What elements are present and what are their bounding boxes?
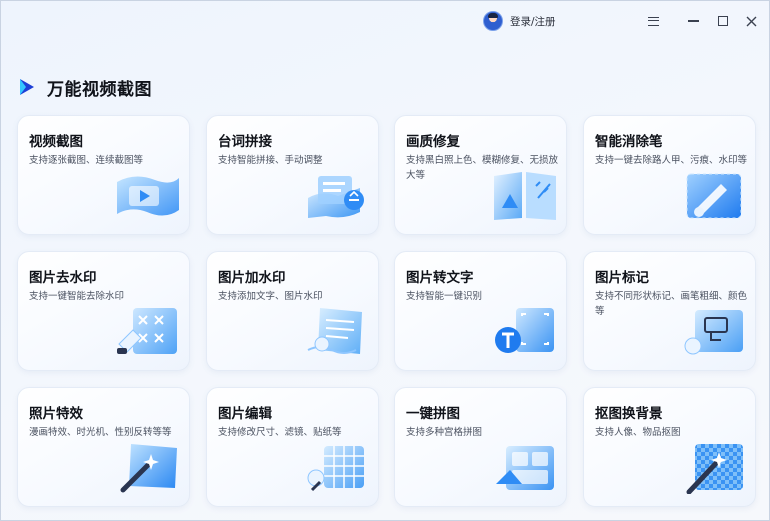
feature-card-title: 图片编辑 bbox=[218, 406, 272, 422]
ocr-text-icon bbox=[495, 308, 554, 353]
feature-card-title: 画质修复 bbox=[406, 134, 460, 150]
magic-wand-icon bbox=[120, 444, 177, 493]
eraser-pen-icon bbox=[686, 173, 742, 219]
feature-card-desc: 支持添加文字、图片水印 bbox=[218, 291, 323, 302]
feature-card-desc: 支持智能拼接、手动调整 bbox=[218, 155, 323, 166]
feature-card-subtitle-stitch[interactable]: 台词拼接 支持智能拼接、手动调整 bbox=[206, 115, 379, 235]
minimize-icon bbox=[687, 20, 699, 22]
maximize-icon bbox=[718, 16, 728, 26]
feature-card-desc: 支持多种宫格拼图 bbox=[406, 427, 483, 438]
login-register-link[interactable]: 登录/注册 bbox=[483, 11, 556, 31]
feature-card-title: 图片去水印 bbox=[29, 270, 97, 286]
feature-card-desc: 支持一键智能去除水印 bbox=[29, 291, 125, 302]
feature-card-desc: 支持修改尺寸、滤镜、贴纸等 bbox=[218, 427, 342, 438]
collage-icon bbox=[496, 446, 554, 490]
feature-card-image-markup[interactable]: 图片标记 支持不同形状标记、画笔粗细、颜色等 bbox=[583, 251, 756, 371]
feature-card-title: 智能消除笔 bbox=[595, 134, 663, 150]
feature-card-desc: 漫画特效、时光机、性别反转等等 bbox=[29, 427, 172, 438]
hamburger-menu-icon bbox=[647, 16, 659, 26]
title-bar: 登录/注册 bbox=[1, 1, 769, 41]
feature-card-desc: 支持人像、物品抠图 bbox=[595, 427, 681, 438]
feature-grid: 视频截图 支持逐张截图、连续截图等 台词拼接 支持智能拼接、手动调整 画质修复 … bbox=[17, 115, 757, 507]
feature-card-smart-eraser[interactable]: 智能消除笔 支持一键去除路人甲、污痕、水印等 bbox=[583, 115, 756, 235]
watermark-add-icon bbox=[307, 308, 362, 354]
feature-card-title: 图片标记 bbox=[595, 270, 649, 286]
feature-card-title: 台词拼接 bbox=[218, 134, 272, 150]
app-header: 万能视频截图 bbox=[17, 75, 152, 100]
minimize-button[interactable] bbox=[683, 11, 703, 31]
login-register-label: 登录/注册 bbox=[510, 15, 556, 28]
feature-card-desc: 支持逐张截图、连续截图等 bbox=[29, 155, 144, 166]
app-title: 万能视频截图 bbox=[47, 79, 152, 100]
feature-card-desc: 支持智能一键识别 bbox=[406, 291, 483, 302]
document-stack-icon bbox=[308, 176, 364, 218]
app-window: 登录/注册 万能视频截图 视频截图 支持逐张截图、连续截图等 台词拼接 支持智能… bbox=[0, 0, 770, 521]
feature-card-one-click-collage[interactable]: 一键拼图 支持多种宫格拼图 bbox=[394, 387, 567, 507]
app-logo-icon bbox=[20, 79, 34, 95]
feature-card-title: 图片转文字 bbox=[406, 270, 474, 286]
image-markup-icon bbox=[684, 310, 743, 355]
feature-card-remove-watermark[interactable]: 图片去水印 支持一键智能去除水印 bbox=[17, 251, 190, 371]
watermark-remove-icon bbox=[117, 308, 177, 354]
feature-card-image-to-text[interactable]: 图片转文字 支持智能一键识别 bbox=[394, 251, 567, 371]
maximize-button[interactable] bbox=[713, 11, 733, 31]
feature-card-title: 抠图换背景 bbox=[595, 406, 663, 422]
feature-card-image-edit[interactable]: 图片编辑 支持修改尺寸、滤镜、贴纸等 bbox=[206, 387, 379, 507]
close-button[interactable] bbox=[741, 11, 761, 31]
grid-edit-icon bbox=[307, 446, 364, 492]
feature-card-add-watermark[interactable]: 图片加水印 支持添加文字、图片水印 bbox=[206, 251, 379, 371]
feature-card-title: 图片加水印 bbox=[218, 270, 286, 286]
photo-enhance-icon bbox=[494, 172, 556, 220]
menu-button[interactable] bbox=[643, 11, 663, 31]
feature-card-title: 照片特效 bbox=[29, 406, 83, 422]
feature-card-desc: 支持一键去除路人甲、污痕、水印等 bbox=[595, 155, 748, 166]
feature-card-photo-effects[interactable]: 照片特效 漫画特效、时光机、性别反转等等 bbox=[17, 387, 190, 507]
feature-card-cutout-background[interactable]: 抠图换背景 支持人像、物品抠图 bbox=[583, 387, 756, 507]
feature-card-title: 一键拼图 bbox=[406, 406, 460, 422]
film-strip-icon bbox=[117, 176, 179, 216]
close-icon bbox=[746, 16, 756, 26]
feature-card-quality-repair[interactable]: 画质修复 支持黑白照上色、模糊修复、无损放大等 bbox=[394, 115, 567, 235]
user-avatar-icon bbox=[483, 11, 503, 31]
cutout-background-icon bbox=[686, 444, 743, 494]
feature-card-title: 视频截图 bbox=[29, 134, 83, 150]
feature-card-video-screenshot[interactable]: 视频截图 支持逐张截图、连续截图等 bbox=[17, 115, 190, 235]
